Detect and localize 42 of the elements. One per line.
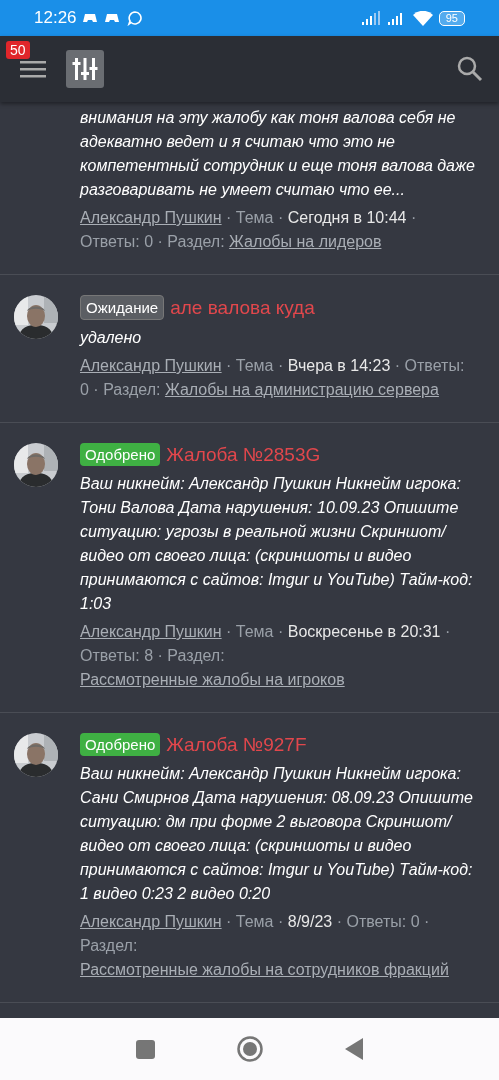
signal-icon <box>360 11 381 25</box>
wifi-icon <box>412 10 433 26</box>
home-icon <box>237 1036 263 1062</box>
thread-excerpt: Ваш никнейм: Александр Пушкин Никнейм игрока: Сани Смирнов Дата нарушения: 08.09.23 Опишите ситуацию: дм при форме 2 выговора Скриншот/видео от своего лица: (скриншоты и видео принимаются с сайтов: Imgur и YouTube) Тайм-код: 1 видео 0:23 2 видео 0:20 <box>80 764 474 904</box>
gamepad-icon <box>82 12 99 24</box>
status-label: Одобрено <box>80 733 161 756</box>
thread-excerpt: удалено <box>80 328 143 348</box>
menu-icon <box>20 59 46 79</box>
sliders-icon <box>66 50 104 88</box>
thread-title[interactable]: Жалоба №2853G <box>166 443 321 466</box>
menu-button[interactable] <box>20 59 46 79</box>
gamepad-icon <box>104 12 121 24</box>
recents-button[interactable] <box>136 1039 155 1059</box>
thread-excerpt: Ваш никнейм: Александр Пушкин Никнейм игрока: Тони Валова Дата нарушения: 10.09.23 Опишите ситуацию: угрозы в реальной жизни Скриншот/видео от своего лица: (скриншоты и видео принимаются с сайтов: Imgur и YouTube) Тайм-код: 1:03 <box>80 474 474 614</box>
back-icon <box>345 1038 363 1060</box>
chat-bubble-icon <box>126 10 143 26</box>
clock: 12:26 <box>34 8 77 28</box>
notification-badge: 50 <box>6 41 30 59</box>
author-link[interactable]: Александр Пушкин <box>80 209 222 226</box>
filter-button[interactable] <box>66 50 104 88</box>
thread-meta: Александр Пушкин · Тема · Воскресенье в 20:31 · Ответы: 8 · Раздел: Рассмотренные жалобы на игроков <box>80 622 452 690</box>
search-icon <box>457 56 483 82</box>
thread-meta: Александр Пушкин · Тема · 8/9/23 · Ответы: 0 · Раздел: Рассмотренные жалобы на сотрудников фракций <box>80 912 450 980</box>
author-link[interactable]: Александр Пушкин <box>80 623 222 640</box>
section-link[interactable]: Жалобы на администрацию сервера <box>164 381 439 398</box>
status-label: Одобрено <box>80 443 161 466</box>
battery-indicator: 95 <box>438 10 465 26</box>
author-link[interactable]: Александр Пушкин <box>80 357 222 374</box>
back-button[interactable] <box>345 1038 363 1060</box>
author-link[interactable]: Александр Пушкин <box>80 913 222 930</box>
search-button[interactable] <box>457 56 483 82</box>
thread-excerpt: внимания на эту жалобу как тоня валова себя не адекватно ведет и я считаю что это не компетентный сотрудник и еще тоня валова даже разговаривать не умеет считаю что ее... <box>80 108 476 200</box>
thread-meta: Александр Пушкин · Тема · Вчера в 14:23 · Ответы: 0 · Раздел: Жалобы на администрацию сервера <box>80 356 466 400</box>
square-icon <box>136 1039 155 1059</box>
home-button[interactable] <box>237 1036 263 1062</box>
status-label: Ожидание <box>80 295 165 320</box>
section-link[interactable]: Рассмотренные жалобы на игроков <box>80 671 345 688</box>
thread-meta: Александр Пушкин · Тема · Сегодня в 10:44 · Ответы: 0 · Раздел: Жалобы на лидеров <box>80 208 418 252</box>
section-link[interactable]: Рассмотренные жалобы на сотрудников фракций <box>80 961 449 978</box>
thread-title[interactable]: Жалоба №927F <box>166 733 307 756</box>
thread-title[interactable]: але валова куда <box>170 296 315 319</box>
section-link[interactable]: Жалобы на лидеров <box>229 233 382 250</box>
